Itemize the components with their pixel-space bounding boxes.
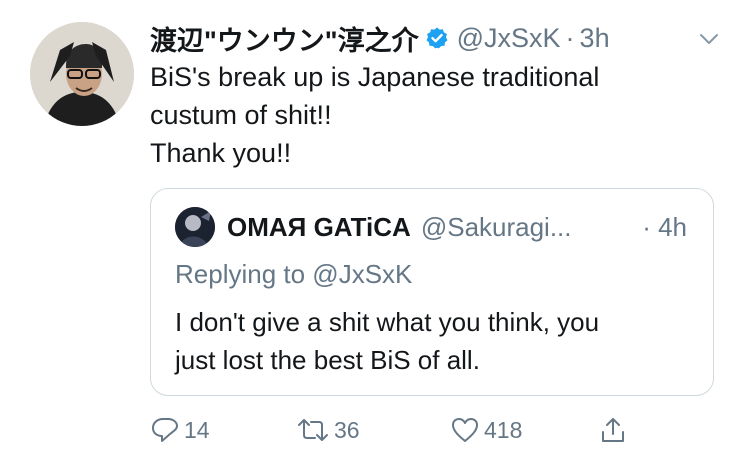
share-icon [602, 418, 624, 442]
chevron-down-icon[interactable] [698, 26, 720, 48]
retweet-count: 36 [334, 416, 360, 443]
tweet-text-line: BiS's break up is Japanese traditional [150, 62, 600, 92]
replying-to-label[interactable]: Replying to @JxSxK [175, 259, 412, 290]
quoted-handle[interactable]: @Sakuragi... [421, 212, 572, 243]
retweet-button[interactable]: 36 [296, 412, 360, 448]
verified-badge-icon [425, 26, 449, 50]
like-button[interactable]: 418 [450, 412, 522, 448]
tweet-text-line: custum of shit!! [150, 100, 332, 130]
tweet-text-line: Thank you!! [150, 138, 292, 168]
quoted-timestamp[interactable]: · 4h [642, 212, 687, 243]
reply-icon [152, 418, 178, 442]
author-handle[interactable]: @JxSxK [457, 23, 561, 54]
quoted-tweet-body: I don't give a shit what you think, you … [175, 303, 695, 379]
quoted-tweet-header: OMAЯ GATiCA @Sakuragi... · 4h [227, 207, 697, 247]
tweet-header: 渡辺"ウンウン"淳之介 @JxSxK · 3h [150, 18, 720, 58]
author-avatar[interactable] [30, 22, 134, 126]
tweet-body: BiS's break up is Japanese traditional c… [150, 58, 710, 172]
reply-button[interactable]: 14 [150, 412, 210, 448]
author-avatar-image [30, 22, 134, 126]
separator-dot: · [565, 22, 575, 53]
quoted-author-avatar-image [175, 207, 215, 247]
like-count: 418 [484, 416, 523, 443]
reply-count: 14 [184, 416, 210, 443]
quoted-display-name[interactable]: OMAЯ GATiCA [227, 212, 411, 243]
tweet-actions-bar: 14 36 418 [150, 412, 670, 448]
heart-icon [452, 418, 478, 442]
author-display-name[interactable]: 渡辺"ウンウン"淳之介 [150, 19, 419, 58]
share-button[interactable] [598, 412, 628, 448]
quoted-author-avatar[interactable] [175, 207, 215, 247]
quoted-text-line: I don't give a shit what you think, you [175, 307, 600, 337]
tweet-timestamp[interactable]: 3h [580, 23, 610, 54]
quoted-text-line: just lost the best BiS of all. [175, 345, 480, 375]
retweet-icon [298, 419, 328, 441]
quoted-tweet-card[interactable]: OMAЯ GATiCA @Sakuragi... · 4h Replying t… [150, 188, 714, 396]
